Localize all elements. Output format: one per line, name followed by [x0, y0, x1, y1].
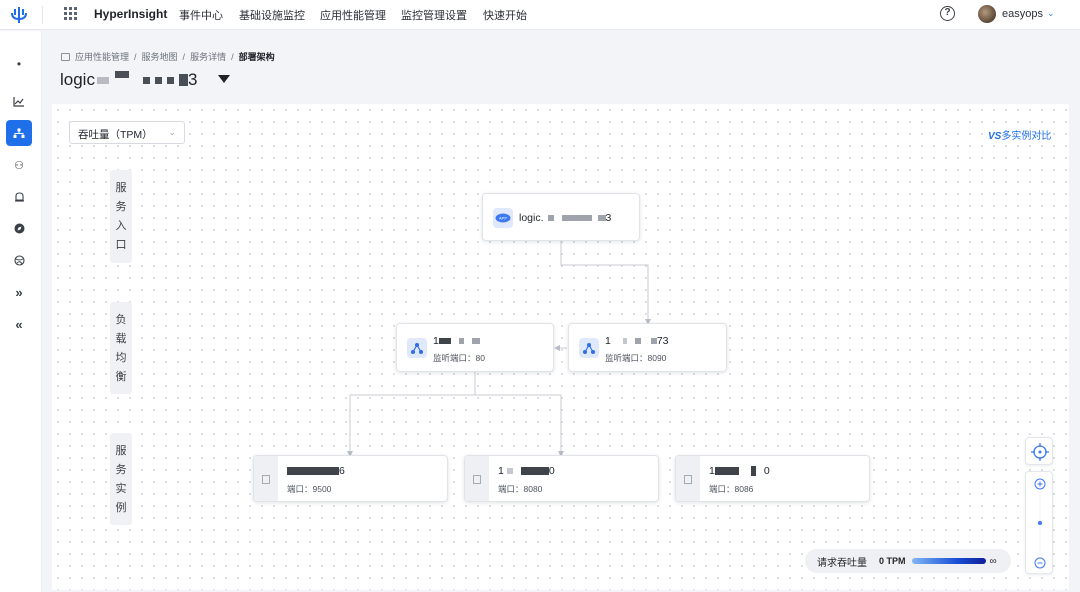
service-instance-node[interactable]: 10 端口：8080: [464, 455, 659, 502]
redacted-text: [597, 215, 606, 222]
service-instance-node[interactable]: 10 端口：8086: [675, 455, 870, 502]
redacted-text: [622, 338, 627, 345]
topology-edges: [347, 241, 651, 457]
lb-name-suffix: 73: [656, 335, 669, 347]
lb-name-prefix: 1: [605, 335, 611, 347]
edge-service-to-lb2: [560, 241, 651, 325]
server-icon: [473, 475, 481, 484]
service-instance-node[interactable]: 6 端口：9500: [253, 455, 448, 502]
redacted-text: [750, 466, 756, 477]
redacted-text: [287, 467, 339, 476]
instance-port-label: 端口：9500: [287, 484, 332, 494]
instance-name-prefix: 1: [498, 465, 504, 477]
zoom-slider: [1034, 478, 1046, 569]
load-balancer-icon: [407, 338, 427, 358]
legend-max: ∞: [989, 555, 997, 567]
redacted-text: [714, 467, 739, 476]
instance-port-label: 端口：8086: [709, 484, 754, 494]
server-icon: [684, 475, 692, 484]
edge-lb1-to-instance2: [475, 394, 564, 457]
lb-node-name: 1: [433, 335, 480, 347]
svg-text:APP: APP: [499, 216, 507, 221]
instance-strip: [254, 456, 278, 501]
legend-min: 0 TPM: [879, 556, 906, 566]
redacted-text: [438, 338, 451, 345]
server-icon: [262, 475, 270, 484]
redacted-text: [520, 467, 549, 476]
lb-node-name: 1 73: [605, 335, 669, 347]
service-logo-icon: APP: [493, 208, 513, 228]
service-name-prefix: logic.: [519, 212, 544, 224]
crosshair-icon: [1031, 443, 1049, 461]
service-name-suffix: 3: [605, 212, 612, 224]
zoom-handle[interactable]: [1038, 521, 1042, 525]
instance-strip: [676, 456, 700, 501]
redacted-text: [634, 338, 641, 345]
load-balancer-node[interactable]: 1 监听端口：80: [396, 323, 554, 372]
instance-strip: [465, 456, 489, 501]
legend-gradient-bar: [911, 558, 986, 564]
load-balancer-node[interactable]: 1 73 监听端口：8090: [568, 323, 727, 372]
service-node[interactable]: APP logic. 3: [482, 193, 640, 241]
instance-name: 10: [498, 465, 555, 477]
lb-port-label: 监听端口：8090: [605, 353, 667, 363]
redacted-text: [506, 468, 513, 475]
throughput-legend: 请求吞吐量 0 TPM ∞: [805, 549, 1011, 573]
redacted-text: [561, 215, 592, 222]
zoom-control: [1025, 471, 1053, 574]
locate-button[interactable]: [1025, 437, 1053, 465]
redacted-text: [547, 215, 554, 222]
instance-name: 6: [287, 465, 345, 477]
legend-label: 请求吞吐量: [817, 557, 867, 569]
instance-name-suffix: 0: [548, 465, 555, 477]
instance-port-label: 端口：8080: [498, 484, 543, 494]
instance-name: 10: [709, 465, 770, 477]
service-node-name: logic. 3: [519, 212, 611, 224]
load-balancer-icon: [579, 338, 599, 358]
lb-port-label: 监听端口：80: [433, 353, 485, 363]
instance-name-suffix: 0: [763, 465, 770, 477]
instance-name-suffix: 6: [339, 465, 345, 477]
edge-lb1-to-instance1: [347, 372, 476, 457]
redacted-text: [471, 338, 480, 345]
redacted-text: [458, 338, 464, 345]
